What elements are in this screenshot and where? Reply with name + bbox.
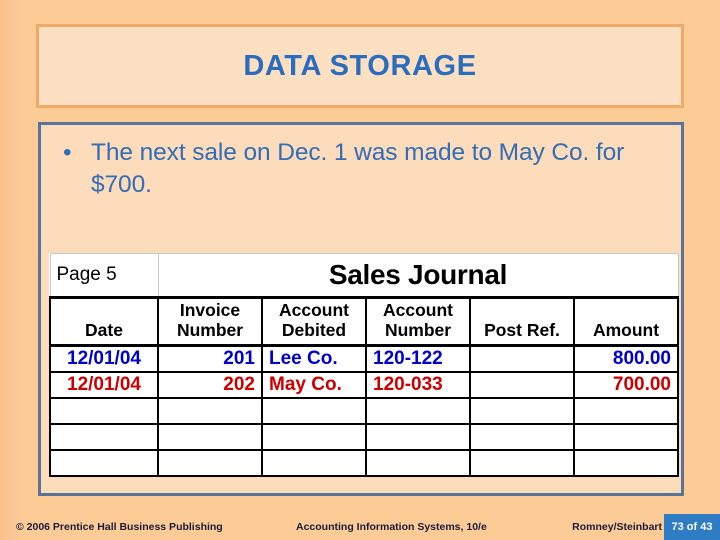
cell-amount: 700.00 (572, 370, 680, 399)
column-header-date: Date (49, 296, 159, 347)
column-header-account-debited: Account Debited (261, 296, 367, 347)
footer-book-title: Accounting Information Systems, 10/e (296, 521, 487, 533)
column-header-account-debited-line1: Account (279, 300, 349, 321)
cell-account-number: 120-033 (365, 370, 471, 399)
cell-empty (49, 422, 159, 451)
cell-empty (365, 448, 471, 477)
footer-authors: Romney/Steinbart (572, 521, 662, 533)
cell-empty (572, 448, 680, 477)
table-row-empty (49, 396, 680, 425)
cell-empty (261, 448, 367, 477)
bullet-text: The next sale on Dec. 1 was made to May … (91, 139, 625, 198)
cell-empty (261, 396, 367, 425)
cell-account-debited: May Co. (261, 370, 367, 399)
cell-empty (469, 396, 575, 425)
cell-invoice-number: 202 (157, 370, 263, 399)
cell-account-number: 120-122 (365, 344, 471, 373)
cell-empty (469, 448, 575, 477)
cell-post-ref (469, 370, 575, 399)
journal-header-row: Date Invoice Number Account Debited Acco… (49, 296, 680, 347)
cell-empty (365, 422, 471, 451)
cell-empty (469, 422, 575, 451)
table-row-empty (49, 448, 680, 477)
cell-empty (261, 422, 367, 451)
sales-journal-container: Page 5 Sales Journal Date Invoice Number (49, 253, 680, 477)
cell-empty (157, 396, 263, 425)
slide-title-box: DATA STORAGE (36, 24, 684, 108)
sales-journal-table: Page 5 Sales Journal Date Invoice Number (49, 253, 680, 477)
bullet-list: • The next sale on Dec. 1 was made to Ma… (41, 125, 681, 200)
cell-empty (572, 396, 680, 425)
column-header-invoice-number: Invoice Number (157, 296, 263, 347)
table-row: 12/01/04 202 May Co. 120-033 700.00 (49, 370, 680, 399)
cell-empty (49, 396, 159, 425)
cell-empty (157, 422, 263, 451)
column-header-amount: Amount (572, 296, 680, 347)
page-title: DATA STORAGE (243, 49, 477, 82)
slide: DATA STORAGE • The next sale on Dec. 1 w… (0, 0, 720, 540)
cell-account-debited: Lee Co. (261, 344, 367, 373)
cell-empty (157, 448, 263, 477)
table-row: 12/01/04 201 Lee Co. 120-122 800.00 (49, 344, 680, 373)
bullet-point-icon: • (63, 139, 72, 166)
cell-empty (572, 422, 680, 451)
column-header-amount-line2: Amount (592, 320, 660, 341)
cell-empty (49, 448, 159, 477)
column-header-account-debited-line2: Debited (281, 320, 347, 341)
cell-invoice-number: 201 (157, 344, 263, 373)
slide-content-box: • The next sale on Dec. 1 was made to Ma… (38, 122, 684, 496)
cell-post-ref (469, 344, 575, 373)
journal-title: Sales Journal (157, 253, 679, 298)
cell-empty (365, 396, 471, 425)
column-header-account-number: Account Number (365, 296, 471, 347)
slide-footer: © 2006 Prentice Hall Business Publishing… (0, 514, 720, 540)
column-header-invoice-number-line2: Number (176, 320, 244, 341)
column-header-account-number-line2: Number (384, 320, 452, 341)
cell-amount: 800.00 (572, 344, 680, 373)
footer-page-number: 73 of 43 (664, 514, 720, 540)
column-header-account-number-line1: Account (383, 300, 453, 321)
journal-page-label: Page 5 (49, 253, 159, 298)
column-header-post-ref: Post Ref. (469, 296, 575, 347)
footer-copyright: © 2006 Prentice Hall Business Publishing (16, 521, 223, 533)
cell-date: 12/01/04 (49, 344, 159, 373)
list-item: • The next sale on Dec. 1 was made to Ma… (55, 137, 667, 200)
cell-date: 12/01/04 (49, 370, 159, 399)
column-header-invoice-number-line1: Invoice (179, 300, 241, 321)
journal-banner-row: Page 5 Sales Journal (49, 253, 679, 298)
column-header-post-ref-line2: Post Ref. (484, 320, 560, 341)
table-row-empty (49, 422, 680, 451)
column-header-date-line2: Date (85, 320, 123, 341)
